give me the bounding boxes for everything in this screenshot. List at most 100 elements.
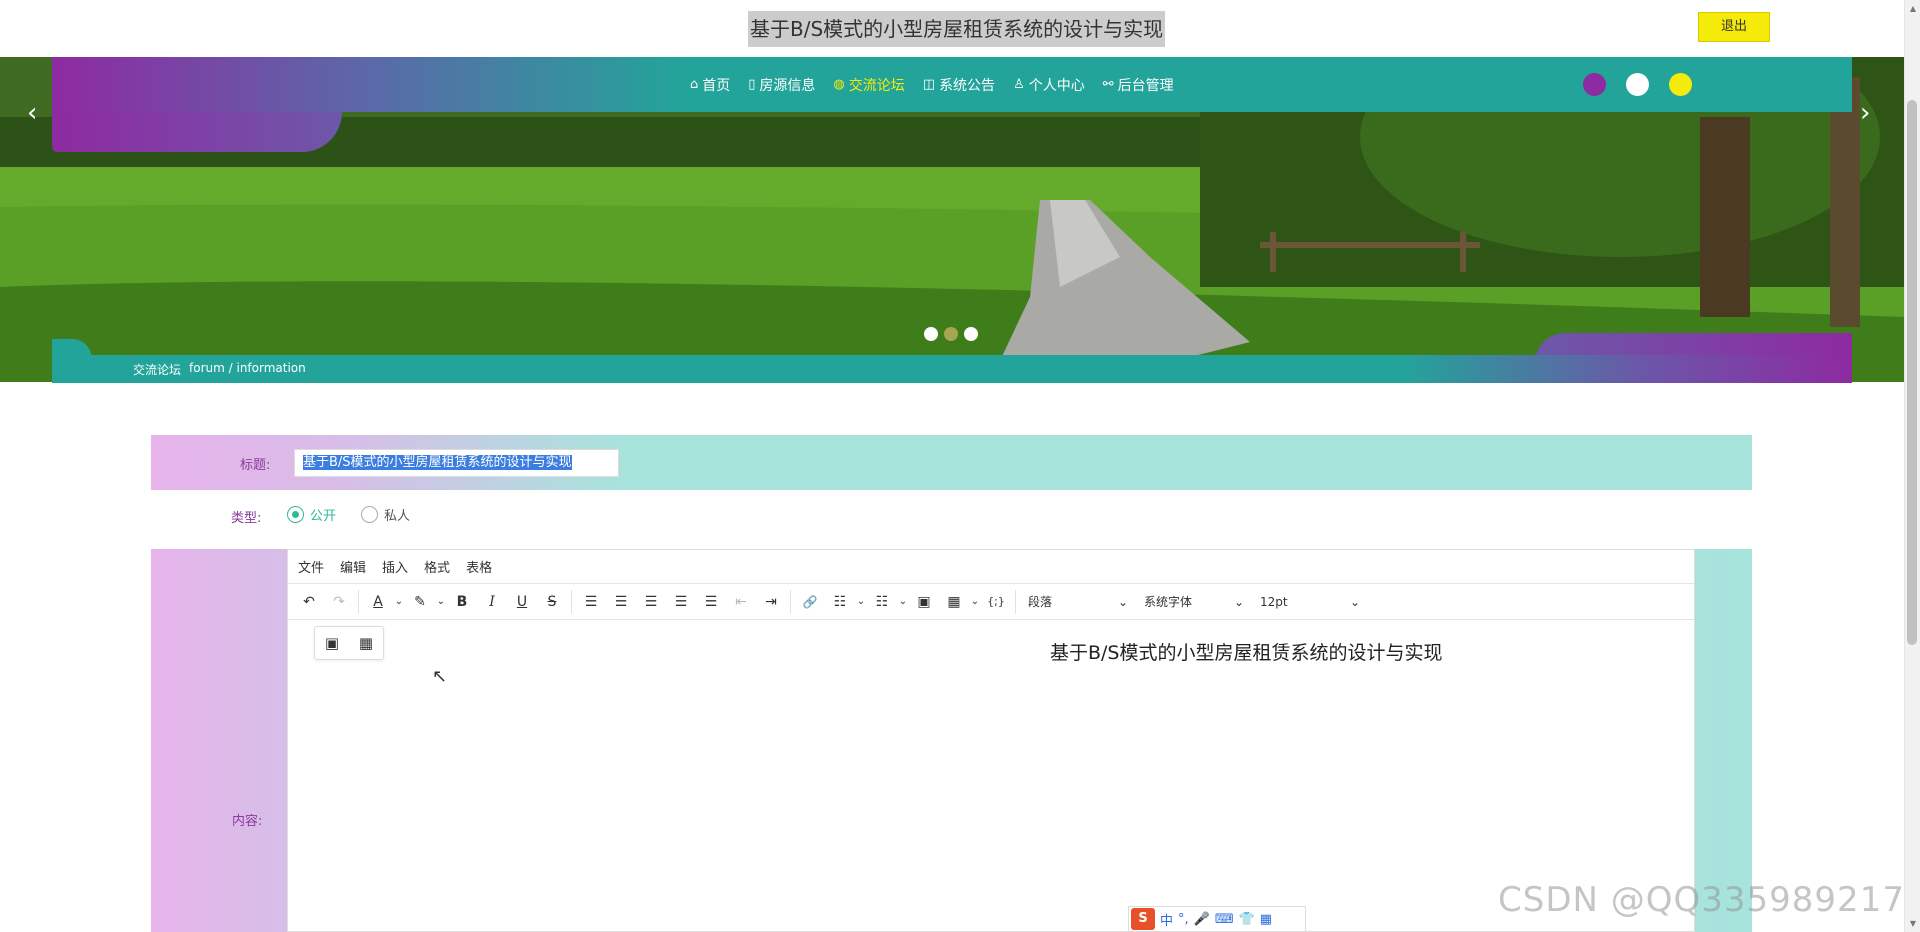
toolbar-divider xyxy=(358,589,359,614)
scrollbar-thumb[interactable] xyxy=(1907,100,1917,645)
carousel-dot-2[interactable] xyxy=(944,327,958,341)
font-family-value: 系统字体 xyxy=(1144,595,1193,609)
keyboard-icon[interactable]: ⌨ xyxy=(1215,912,1234,927)
logout-button[interactable]: 退出 xyxy=(1698,12,1770,42)
microphone-icon[interactable]: 🎤 xyxy=(1194,912,1210,927)
breadcrumb-title: 交流论坛 xyxy=(133,363,182,377)
type-option-public[interactable]: 公开 xyxy=(287,505,336,524)
watermark: CSDN @QQ3359892174 xyxy=(1498,880,1920,920)
type-option-private[interactable]: 私人 xyxy=(361,505,410,524)
link-icon[interactable]: 🔗 xyxy=(795,595,825,609)
redo-icon[interactable]: ↷ xyxy=(324,594,354,610)
nav-item-profile[interactable]: ♙ 个人中心 xyxy=(1013,75,1085,95)
editor-content-area[interactable]: ▣ ▦ 基于B/S模式的小型房屋租赁系统的设计与实现 xyxy=(288,620,1694,931)
outdent-icon[interactable]: ⇤ xyxy=(726,594,756,610)
ime-mode-toggle[interactable]: 中 xyxy=(1160,910,1173,929)
title-input[interactable]: 基于B/S模式的小型房屋租赁系统的设计与实现 xyxy=(294,449,619,477)
carousel-prev-icon[interactable]: ‹ xyxy=(27,98,37,128)
carousel-dot-1[interactable] xyxy=(924,327,938,341)
site-title: 基于B/S模式的小型房屋租赁系统的设计与实现 xyxy=(748,11,1166,47)
theme-purple-button[interactable] xyxy=(1583,73,1606,96)
nav-item-admin[interactable]: ⚯ 后台管理 xyxy=(1103,75,1174,95)
content-label: 内容: xyxy=(232,814,263,829)
type-option-label: 私人 xyxy=(384,509,411,524)
nav-item-home[interactable]: ⌂ 首页 xyxy=(690,75,730,95)
highlight-icon[interactable]: ✎ xyxy=(405,594,435,610)
carousel-dot-3[interactable] xyxy=(964,327,978,341)
nav-item-label: 个人中心 xyxy=(1028,77,1085,94)
block-format-value: 段落 xyxy=(1028,595,1053,609)
menu-edit[interactable]: 编辑 xyxy=(340,557,366,576)
menu-insert[interactable]: 插入 xyxy=(382,557,408,576)
carousel-next-icon[interactable]: › xyxy=(1860,98,1870,128)
nav-item-label: 首页 xyxy=(702,77,731,94)
palette-icon: ◍ xyxy=(833,77,845,92)
type-label: 类型: xyxy=(231,511,262,526)
chevron-down-icon: ⌄ xyxy=(1233,594,1244,609)
scroll-down-icon[interactable]: ▼ xyxy=(1910,919,1916,928)
indent-icon[interactable]: ⇥ xyxy=(756,594,786,610)
theme-yellow-button[interactable] xyxy=(1669,73,1692,96)
chevron-down-icon[interactable]: ⌄ xyxy=(897,596,909,607)
nav-bar-tab-decoration xyxy=(52,112,342,152)
nav-item-label: 系统公告 xyxy=(939,77,996,94)
document-icon: ▯ xyxy=(748,77,756,92)
text-color-icon[interactable]: A xyxy=(363,594,393,610)
font-size-select[interactable]: 12pt ⌄ xyxy=(1252,595,1368,609)
chevron-down-icon[interactable]: ⌄ xyxy=(969,596,981,607)
image-icon[interactable]: ▣ xyxy=(325,634,339,652)
chevron-down-icon[interactable]: ⌄ xyxy=(393,596,405,607)
table-icon[interactable]: ▦ xyxy=(939,594,969,610)
breadcrumb-path: forum / information xyxy=(189,361,306,375)
justify-icon[interactable]: ☰ xyxy=(696,594,726,610)
italic-icon[interactable]: I xyxy=(477,594,507,610)
nav-item-listings[interactable]: ▯ 房源信息 xyxy=(748,75,815,95)
ime-toolbar: S 中 °, 🎤 ⌨ 👕 ▦ xyxy=(1128,906,1306,932)
type-option-label: 公开 xyxy=(310,509,337,524)
bold-icon[interactable]: B xyxy=(447,594,477,610)
nav-item-forum[interactable]: ◍ 交流论坛 xyxy=(833,75,904,95)
table-icon[interactable]: ▦ xyxy=(359,634,373,652)
radio-private[interactable] xyxy=(361,506,378,523)
breadcrumb: 交流论坛 forum / information xyxy=(133,361,306,378)
title-input-value: 基于B/S模式的小型房屋租赁系统的设计与实现 xyxy=(303,455,572,470)
toolbar-divider xyxy=(571,589,572,614)
toolbox-icon[interactable]: ▦ xyxy=(1260,912,1272,927)
menu-file[interactable]: 文件 xyxy=(298,557,324,576)
font-size-value: 12pt xyxy=(1260,594,1288,609)
strikethrough-icon[interactable]: S xyxy=(537,594,567,610)
nav-item-announcements[interactable]: ◫ 系统公告 xyxy=(923,75,995,95)
block-format-select[interactable]: 段落 ⌄ xyxy=(1020,593,1136,610)
carousel-pager xyxy=(924,327,978,341)
align-center-icon[interactable]: ☰ xyxy=(636,594,666,610)
toolbar-divider xyxy=(1015,589,1016,614)
font-family-select[interactable]: 系统字体 ⌄ xyxy=(1136,593,1252,610)
menu-table[interactable]: 表格 xyxy=(466,557,492,576)
punctuation-icon[interactable]: °, xyxy=(1178,912,1189,927)
menu-format[interactable]: 格式 xyxy=(424,557,450,576)
scroll-up-icon[interactable]: ▲ xyxy=(1910,4,1916,13)
align-left-icon[interactable]: ☰ xyxy=(606,594,636,610)
breadcrumb-band xyxy=(52,355,1852,383)
page-scrollbar[interactable]: ▲ ▼ xyxy=(1904,0,1920,932)
theme-white-button[interactable] xyxy=(1626,73,1649,96)
align-right-icon[interactable]: ☰ xyxy=(666,594,696,610)
link-icon: ⚯ xyxy=(1102,77,1114,92)
line-height-icon[interactable]: ☰ xyxy=(576,594,606,610)
chevron-down-icon[interactable]: ⌄ xyxy=(855,596,867,607)
undo-icon[interactable]: ↶ xyxy=(294,594,324,610)
sogou-logo-icon[interactable]: S xyxy=(1131,908,1155,930)
radio-public[interactable] xyxy=(287,506,304,523)
top-bar: 基于B/S模式的小型房屋租赁系统的设计与实现 退出 xyxy=(0,0,1904,57)
nav-item-label: 房源信息 xyxy=(759,77,816,94)
numbered-list-icon[interactable]: ☷ xyxy=(867,594,897,610)
underline-icon[interactable]: U xyxy=(507,594,537,610)
book-icon: ◫ xyxy=(922,77,936,92)
quick-insert-toolbar: ▣ ▦ xyxy=(314,626,384,660)
chevron-down-icon[interactable]: ⌄ xyxy=(435,596,447,607)
image-icon[interactable]: ▣ xyxy=(909,594,939,610)
bullet-list-icon[interactable]: ☷ xyxy=(825,594,855,610)
code-sample-icon[interactable]: {;} xyxy=(981,595,1011,608)
skin-icon[interactable]: 👕 xyxy=(1239,912,1255,927)
chevron-down-icon: ⌄ xyxy=(1349,594,1360,609)
